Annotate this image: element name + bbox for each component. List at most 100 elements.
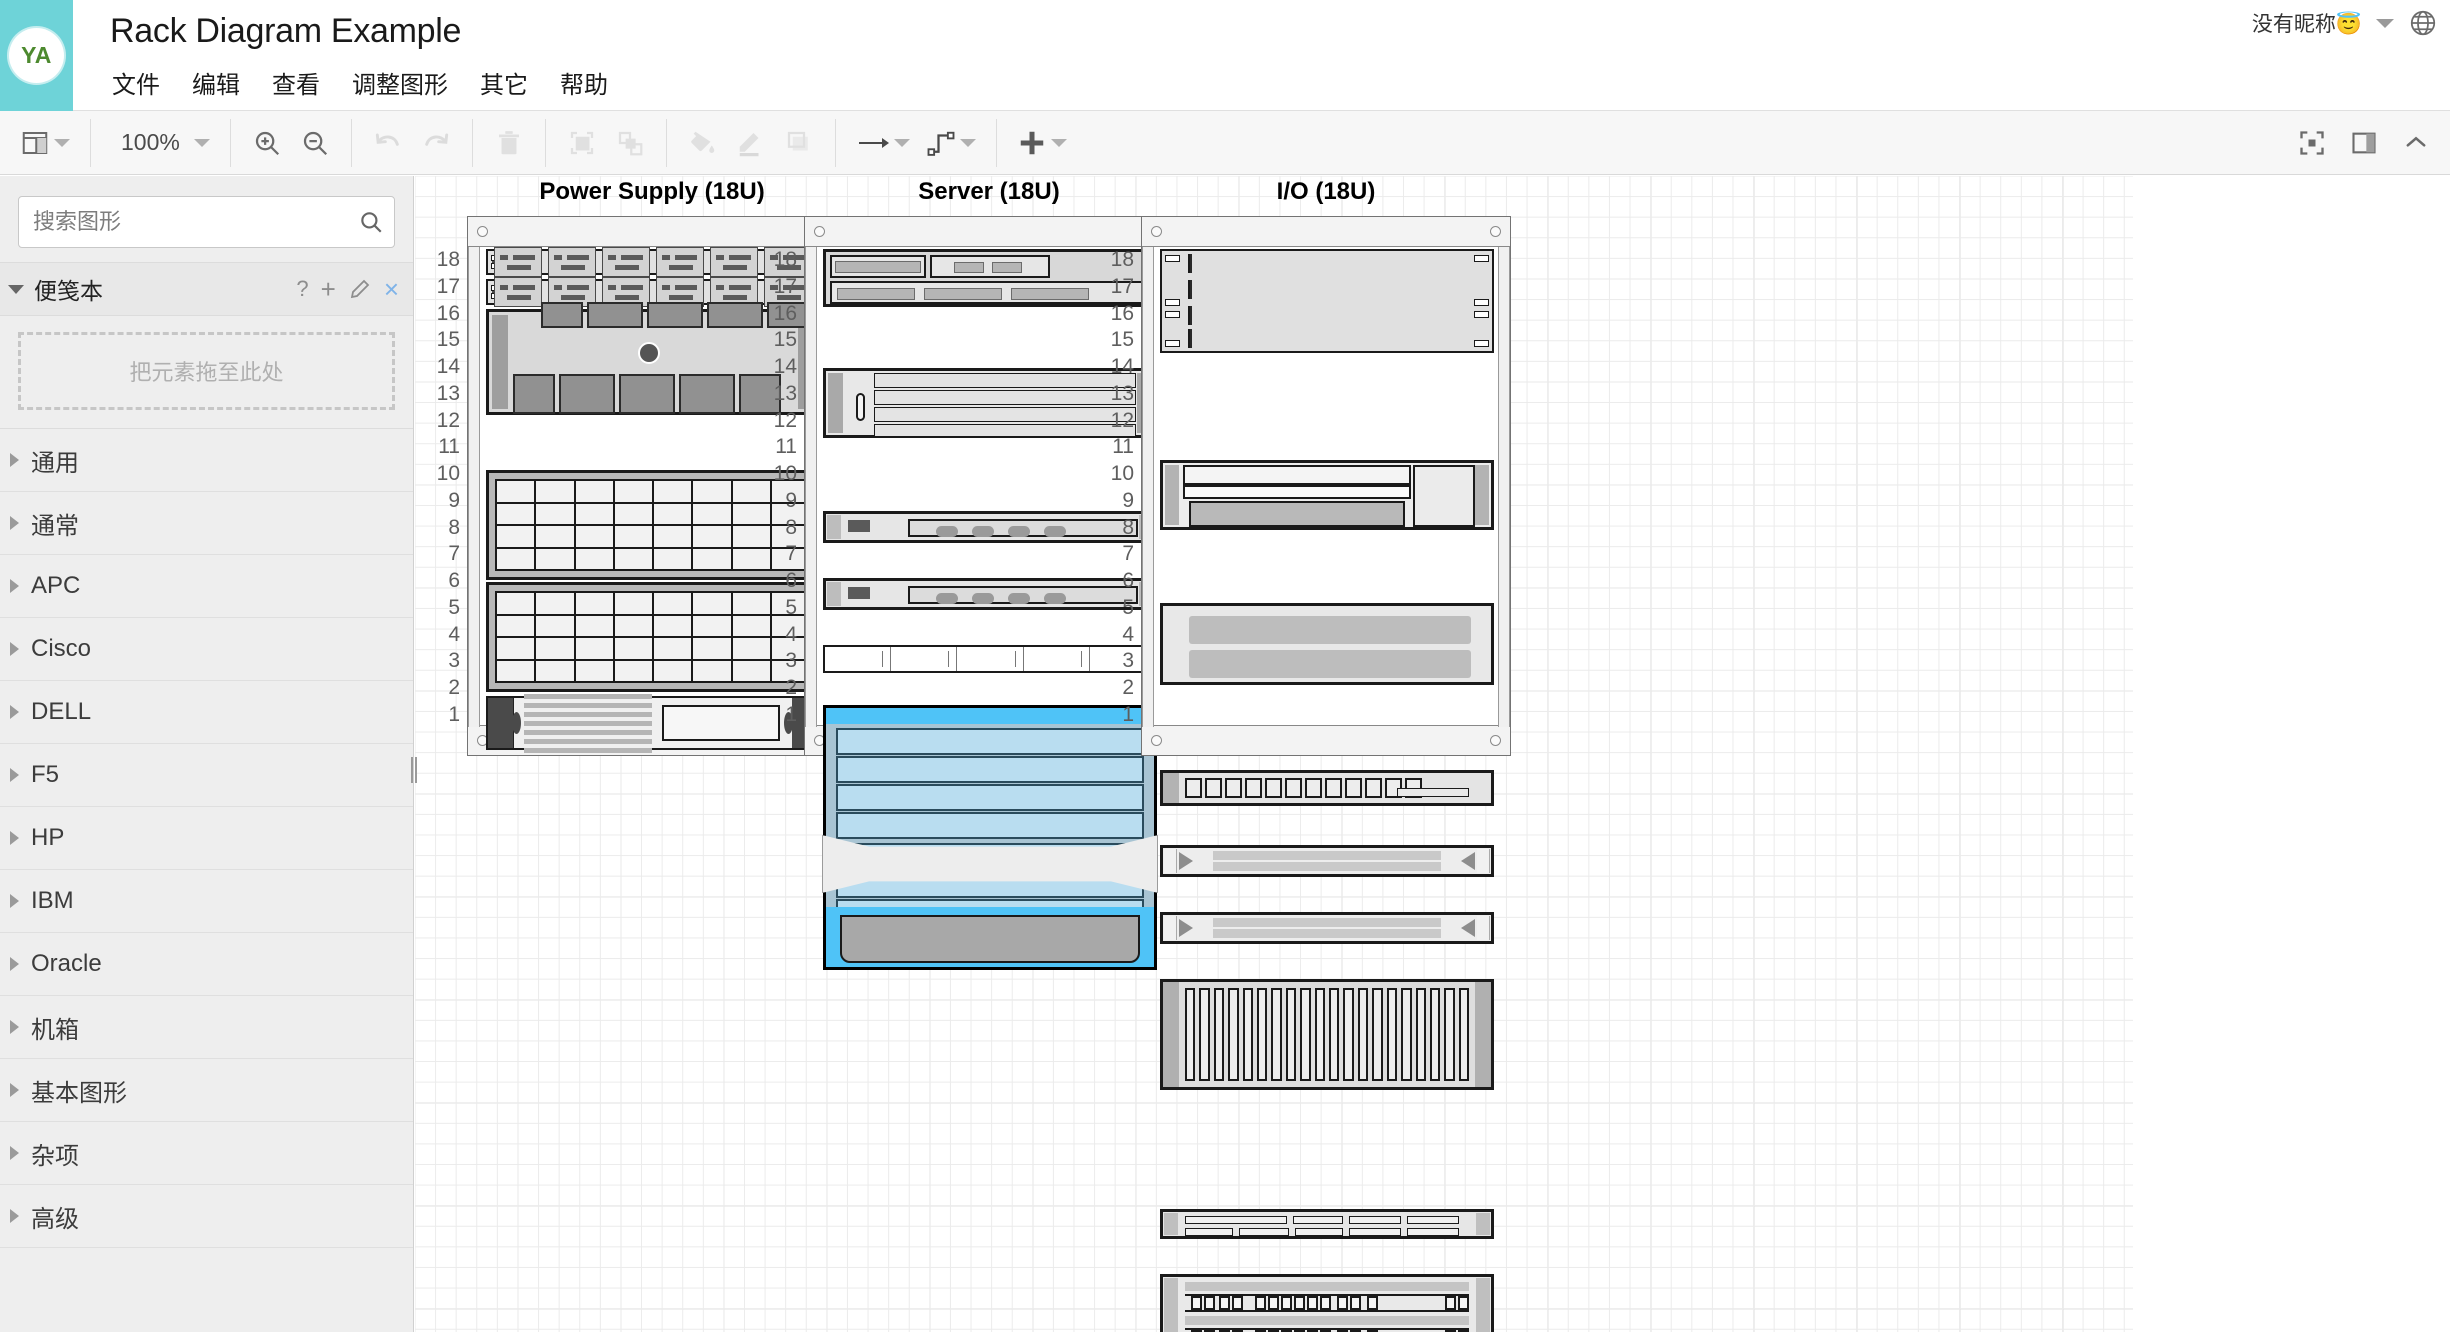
sidebar-splitter[interactable]	[411, 757, 417, 783]
rack-unit-patch-panel-16-18[interactable]	[1160, 249, 1494, 353]
shadow-icon[interactable]	[775, 119, 823, 167]
user-name[interactable]: 没有昵称😇	[2252, 8, 2362, 38]
chevron-down-icon[interactable]	[959, 138, 976, 147]
app-logo[interactable]: YA	[0, 0, 73, 111]
sidebar-item-oracle[interactable]: Oracle	[0, 933, 413, 996]
globe-icon[interactable]	[2408, 8, 2438, 38]
zoom-level-dropdown[interactable]: 100%	[103, 119, 218, 167]
drawio-app: YA Rack Diagram Example 文件 编辑 查看 调整图形 其它…	[0, 0, 2450, 1332]
zoom-in-icon[interactable]	[243, 119, 291, 167]
scratchpad-dropzone[interactable]: 把元素拖至此处	[18, 332, 395, 410]
chevron-down-icon[interactable]	[893, 138, 910, 147]
rack-unit-labels: 18 17 16 15 14 13 12 11 10 9 8 7 6 5 4 3	[416, 247, 460, 727]
sidebar-item-label: IBM	[31, 887, 74, 914]
storage-slab	[1189, 616, 1472, 644]
rack-unit-switch-1-2[interactable]	[1160, 1274, 1494, 1332]
chevron-down-icon[interactable]	[1050, 138, 1067, 147]
sidebar-item-hp[interactable]: HP	[0, 807, 413, 870]
close-icon[interactable]: ×	[384, 276, 399, 302]
chevron-left-icon	[1179, 852, 1193, 870]
document-title[interactable]: Rack Diagram Example	[110, 12, 461, 51]
menu-extras[interactable]: 其它	[464, 63, 544, 102]
u-label: 13	[436, 382, 460, 405]
rack-io[interactable]: I/O (18U) 18 17 16 15 14 13 12 11 10 9 8…	[1111, 178, 1511, 1332]
sidebar-item-advanced[interactable]: 高级	[0, 1185, 413, 1248]
search-input[interactable]	[19, 209, 348, 235]
indicator-slab	[992, 262, 1022, 273]
rack-unit-switch-8[interactable]	[1160, 912, 1494, 944]
blade-bay	[836, 756, 1144, 783]
search-icon[interactable]	[348, 197, 394, 247]
ups-battery	[559, 374, 615, 414]
rack-unit-storage-14-15[interactable]	[1160, 460, 1494, 530]
arrow-icon[interactable]	[848, 119, 918, 167]
rack-title: Server (18U)	[918, 178, 1060, 205]
redo-icon[interactable]	[412, 119, 460, 167]
triangle-down-icon[interactable]	[8, 284, 24, 294]
chevron-up-icon[interactable]	[2392, 119, 2440, 167]
undo-icon[interactable]	[364, 119, 412, 167]
chassis-rail-right	[1476, 1213, 1490, 1235]
sidebar-item-misc[interactable]: 杂项	[0, 1122, 413, 1185]
server-bay	[830, 255, 926, 278]
format-panel-icon[interactable]	[2340, 119, 2388, 167]
rack-unit-labels: 18 17 16 15 14 13 12 11 10 9 8 7 6 5 4 3	[1090, 247, 1134, 727]
menu-help[interactable]: 帮助	[544, 63, 624, 102]
layout-panel-icon[interactable]	[12, 119, 78, 167]
sidebar-item-basic-shapes[interactable]: 基本图形	[0, 1059, 413, 1122]
sidebar-item-dell[interactable]: DELL	[0, 681, 413, 744]
ups-power-button[interactable]	[638, 342, 660, 364]
rack-top-cap	[1142, 217, 1510, 247]
u-label: 11	[1112, 435, 1134, 458]
rack-unit-module-3[interactable]	[1160, 1209, 1494, 1239]
question-icon[interactable]: ?	[296, 276, 308, 302]
u-label: 3	[785, 649, 797, 672]
chevron-down-icon[interactable]	[2376, 18, 2394, 28]
rack-unit-disk-array-4-7[interactable]	[1160, 979, 1494, 1090]
line-color-icon[interactable]	[727, 119, 775, 167]
waypoints-icon[interactable]	[918, 119, 984, 167]
sidebar-item-cisco[interactable]: Cisco	[0, 618, 413, 681]
sidebar-item-label: F5	[31, 761, 60, 788]
menu-edit[interactable]: 编辑	[176, 63, 256, 102]
diagram-canvas[interactable]: Power Supply (18U) 18 17 16 15 14 13 12 …	[415, 176, 2450, 1332]
search-box[interactable]	[18, 196, 395, 248]
sidebar-item-general[interactable]: 通用	[0, 429, 413, 492]
menu-arrange[interactable]: 调整图形	[336, 63, 464, 102]
menu-file[interactable]: 文件	[112, 63, 176, 102]
port-strip	[1190, 329, 1192, 348]
scratchpad-header[interactable]: 便笺本 ? + ×	[0, 262, 413, 316]
rack-unit-storage-12-13[interactable]	[1160, 603, 1494, 685]
fit-page-icon[interactable]	[2288, 119, 2336, 167]
chevron-down-icon[interactable]	[193, 138, 210, 147]
u-label: 10	[436, 462, 460, 485]
triangle-right-icon	[10, 705, 19, 719]
sidebar-item-common[interactable]: 通常	[0, 492, 413, 555]
sidebar-item-apc[interactable]: APC	[0, 555, 413, 618]
plus-icon[interactable]	[1009, 119, 1075, 167]
rack-unit-switch-9[interactable]	[1160, 845, 1494, 877]
fill-color-icon[interactable]	[679, 119, 727, 167]
trash-icon[interactable]	[485, 119, 533, 167]
sidebar-item-label: 杂项	[31, 1142, 79, 1170]
chevron-down-icon[interactable]	[54, 138, 70, 147]
send-to-back-icon[interactable]	[606, 119, 654, 167]
vent-lines	[514, 688, 662, 759]
port-pair	[1191, 1296, 1215, 1310]
menu-view[interactable]: 查看	[256, 63, 336, 102]
u-label: 2	[448, 676, 460, 699]
pencil-icon[interactable]	[348, 277, 372, 301]
rack-unit-blade-chassis-1-11[interactable]	[822, 705, 1158, 970]
u-label: 1	[1122, 703, 1134, 726]
chassis-rail-left	[1164, 916, 1177, 940]
sidebar-item-label: DELL	[31, 698, 92, 725]
sidebar-item-ibm[interactable]: IBM	[0, 870, 413, 933]
plus-icon[interactable]: +	[321, 276, 336, 302]
rack-unit-line-card-10[interactable]	[1160, 770, 1494, 806]
sidebar-item-rack[interactable]: 机箱	[0, 996, 413, 1059]
drawer-handle-left	[488, 698, 514, 748]
u-label: 15	[436, 328, 460, 351]
zoom-out-icon[interactable]	[291, 119, 339, 167]
sidebar-item-f5[interactable]: F5	[0, 744, 413, 807]
bring-to-front-icon[interactable]	[558, 119, 606, 167]
